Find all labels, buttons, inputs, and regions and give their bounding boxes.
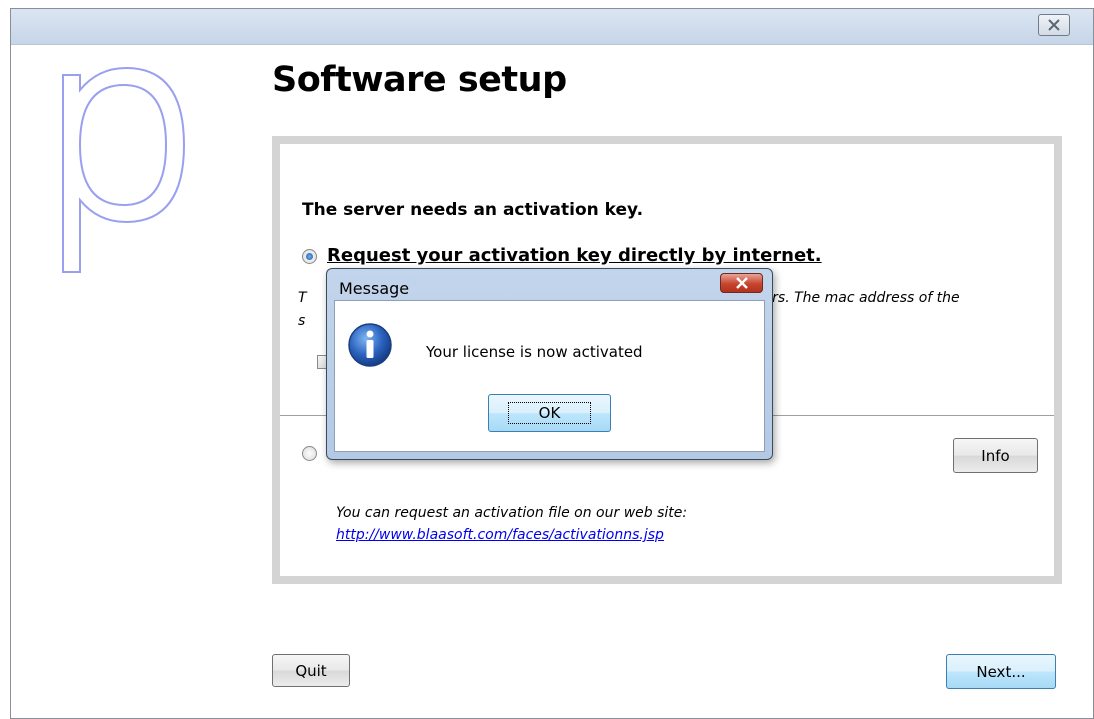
quit-button[interactable]: Quit — [272, 654, 350, 687]
page-title: Software setup — [272, 60, 567, 100]
radio-internet-label[interactable]: Request your activation key directly by … — [327, 245, 822, 266]
radio-file[interactable] — [302, 446, 317, 461]
info-icon — [346, 321, 394, 373]
next-button[interactable]: Next... — [946, 654, 1056, 689]
description-line2-start: s — [298, 313, 306, 329]
quit-button-label: Quit — [295, 661, 327, 680]
next-button-label: Next... — [976, 662, 1026, 681]
close-icon — [1048, 19, 1060, 31]
ok-button[interactable]: OK — [488, 394, 611, 432]
message-dialog: Message Your license is now activated OK — [326, 268, 773, 460]
radio-internet[interactable] — [302, 249, 317, 264]
activation-link[interactable]: http://www.blaasoft.com/faces/activation… — [336, 524, 664, 547]
description-line1-start: T — [298, 290, 307, 306]
ok-button-label: OK — [507, 402, 592, 424]
dialog-close-button[interactable] — [720, 273, 763, 293]
web-note: You can request an activation file on ou… — [336, 505, 688, 521]
close-icon — [735, 277, 748, 289]
description-line1-end: ers. The mac address of the — [763, 290, 960, 306]
logo-icon — [58, 40, 188, 284]
window-close-button[interactable] — [1038, 14, 1070, 36]
dialog-body: Your license is now activated OK — [334, 300, 765, 452]
dialog-title: Message — [339, 279, 410, 298]
dialog-message: Your license is now activated — [426, 343, 643, 361]
activation-heading: The server needs an activation key. — [302, 200, 644, 220]
info-button[interactable]: Info — [953, 438, 1038, 473]
info-button-label: Info — [981, 446, 1010, 465]
